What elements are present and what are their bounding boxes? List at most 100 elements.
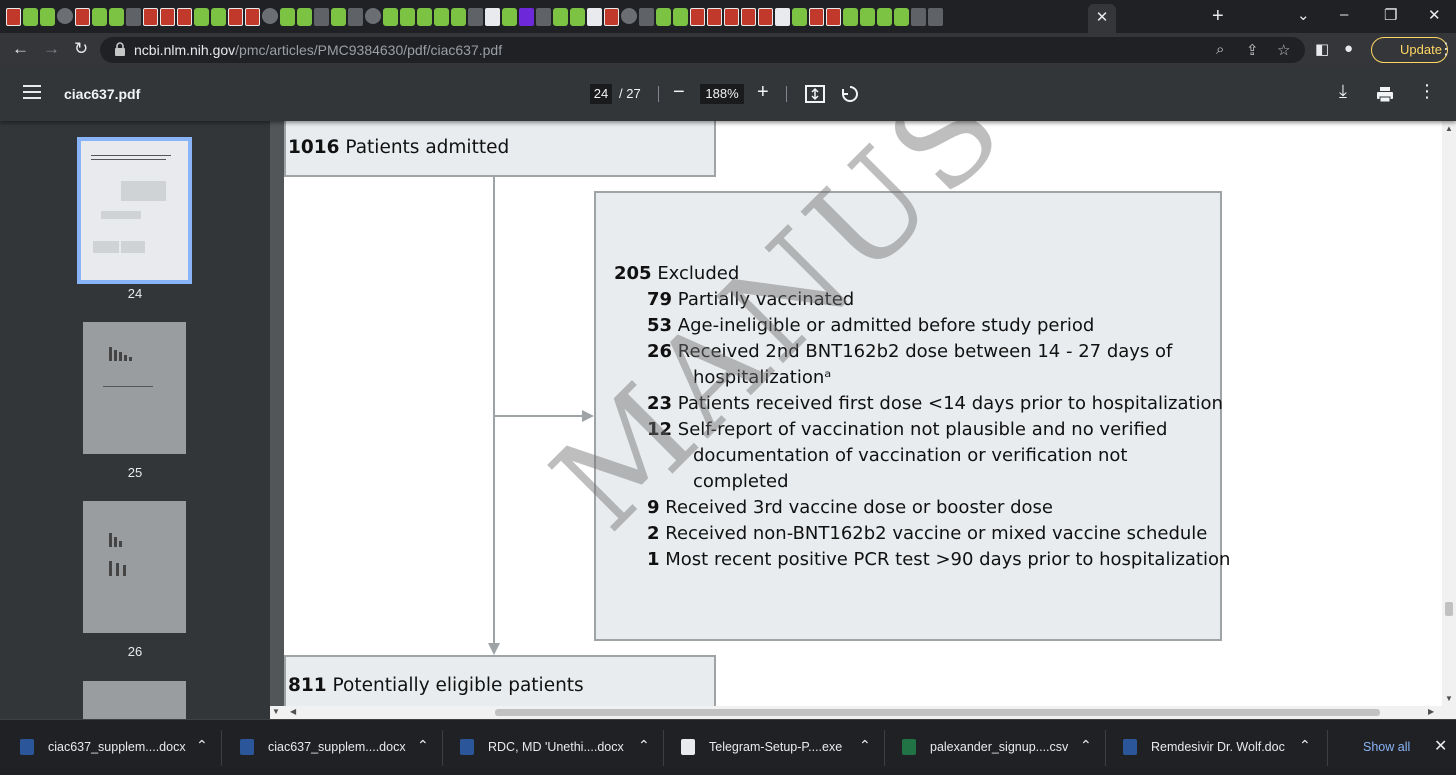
thumbnail-page-25[interactable] [83,322,186,454]
url-text[interactable]: ncbi.nlm.nih.gov/pmc/articles/PMC9384630… [134,42,502,58]
tab-favicon[interactable] [194,8,209,26]
minimize-button[interactable]: – [1340,6,1348,23]
scroll-left-arrow-icon[interactable]: ◀ [290,707,296,716]
tab-favicon[interactable] [724,8,739,26]
tab-favicon[interactable] [775,8,790,26]
tab-favicon[interactable] [877,8,892,26]
tab-favicon[interactable] [417,8,432,26]
chevron-up-icon[interactable]: ⌃ [638,737,650,754]
forward-arrow-icon[interactable]: → [43,39,60,59]
tab-favicon[interactable] [57,8,73,24]
tab-favicon[interactable] [92,8,107,26]
side-panel-icon[interactable]: ◧ [1315,40,1329,58]
chevron-up-icon[interactable]: ⌃ [417,737,429,754]
tab-favicon[interactable] [843,8,858,26]
tab-favicon[interactable] [928,8,943,26]
show-all-downloads-link[interactable]: Show all [1363,740,1410,754]
tab-favicon[interactable] [792,8,807,26]
tab-favicon[interactable] [23,8,38,26]
tab-favicon[interactable] [468,8,483,26]
vertical-scrollbar[interactable]: ▲ ▼ [1442,121,1456,719]
tab-favicon[interactable] [331,8,346,26]
share-icon[interactable]: ⇪ [1246,41,1259,59]
scroll-down-arrow-icon[interactable]: ▼ [272,707,280,716]
download-item[interactable]: Telegram-Setup-P....exe ⌃ [681,720,881,775]
tab-favicon[interactable] [400,8,415,26]
download-item[interactable]: RDC, MD 'Unethi....docx ⌃ [460,720,660,775]
fit-page-icon[interactable] [805,85,825,103]
tab-favicon[interactable] [228,8,243,26]
tab-favicon[interactable] [109,8,124,26]
tab-favicon[interactable] [211,8,226,26]
tab-favicon[interactable] [741,8,756,26]
tab-favicon[interactable] [451,8,466,26]
tab-favicon[interactable] [656,8,671,26]
address-bar[interactable]: ncbi.nlm.nih.gov/pmc/articles/PMC9384630… [100,37,1305,63]
tab-favicon[interactable] [126,8,141,26]
tab-favicon[interactable] [75,8,90,26]
tab-favicon[interactable] [280,8,295,26]
tab-favicon[interactable] [245,8,260,26]
tab-favicon[interactable] [177,8,192,26]
new-tab-button[interactable]: + [1212,5,1224,28]
tab-search-icon[interactable]: ⌄ [1297,6,1310,24]
tab-favicon[interactable] [911,8,926,26]
scroll-up-arrow-icon[interactable]: ▲ [1445,124,1453,133]
zoom-level-input[interactable]: 188% [700,84,744,104]
tab-favicon[interactable] [860,8,875,26]
tab-favicon[interactable] [40,8,55,26]
tab-close-icon[interactable]: ✕ [1088,4,1116,33]
tab-favicon[interactable] [519,8,534,26]
tab-favicon[interactable] [894,8,909,26]
horizontal-scroll-thumb[interactable] [495,709,1380,716]
tab-favicon[interactable] [690,8,705,26]
pdf-more-options-icon[interactable]: ⋮ [1418,81,1436,102]
tab-favicon[interactable] [639,8,654,26]
thumbnail-page-26[interactable] [83,501,186,633]
tab-favicon[interactable] [621,8,637,24]
scroll-down-arrow-icon[interactable]: ▼ [1445,694,1453,703]
tab-favicon[interactable] [160,8,175,26]
chevron-up-icon[interactable]: ⌃ [859,737,871,754]
tab-favicon[interactable] [297,8,312,26]
reload-icon[interactable]: ↻ [74,39,88,59]
tab-favicon[interactable] [536,8,551,26]
browser-menu-icon[interactable]: ⋮ [1438,39,1454,59]
lock-icon[interactable] [114,42,126,56]
tab-favicon[interactable] [570,8,585,26]
download-item[interactable]: palexander_signup....csv ⌃ [902,720,1102,775]
horizontal-scrollbar[interactable]: ▼ ◀ ▶ [270,706,1442,719]
thumbnail-page-27[interactable] [83,681,186,719]
tab-favicon[interactable] [758,8,773,26]
chevron-up-icon[interactable]: ⌃ [1080,737,1092,754]
tab-favicon[interactable] [553,8,568,26]
download-icon[interactable]: ⤓ [1339,81,1347,102]
vertical-scroll-thumb[interactable] [1445,602,1453,616]
chevron-up-icon[interactable]: ⌃ [1299,737,1311,754]
tab-favicon[interactable] [348,8,363,26]
tab-favicon[interactable] [587,8,602,26]
tab-favicon[interactable] [143,8,158,26]
back-arrow-icon[interactable]: ← [12,39,29,59]
tab-favicon[interactable] [604,8,619,26]
zoom-icon[interactable]: ⌕ [1216,41,1224,58]
download-item[interactable]: ciac637_supplem....docx ⌃ [240,720,440,775]
tab-favicon[interactable] [262,8,278,24]
tab-favicon[interactable] [485,8,500,26]
tab-favicon[interactable] [826,8,841,26]
close-downloads-icon[interactable]: ✕ [1434,736,1447,756]
profile-avatar-icon[interactable]: ● [1344,40,1353,57]
sidebar-menu-icon[interactable] [23,85,41,99]
tab-favicon[interactable] [809,8,824,26]
chevron-up-icon[interactable]: ⌃ [196,737,208,754]
pdf-viewer[interactable]: 1016 Patients admitted 205 Excluded 79 P… [270,121,1442,706]
print-icon[interactable] [1376,86,1394,103]
page-number-input[interactable]: 24 [590,84,612,104]
close-window-button[interactable]: ✕ [1428,6,1441,24]
tab-favicon[interactable] [502,8,517,26]
maximize-button[interactable]: ❐ [1384,6,1397,24]
tab-favicon[interactable] [365,8,381,24]
update-button[interactable]: Update [1371,37,1448,63]
tab-favicon[interactable] [673,8,688,26]
thumbnail-page-24[interactable] [77,137,192,284]
